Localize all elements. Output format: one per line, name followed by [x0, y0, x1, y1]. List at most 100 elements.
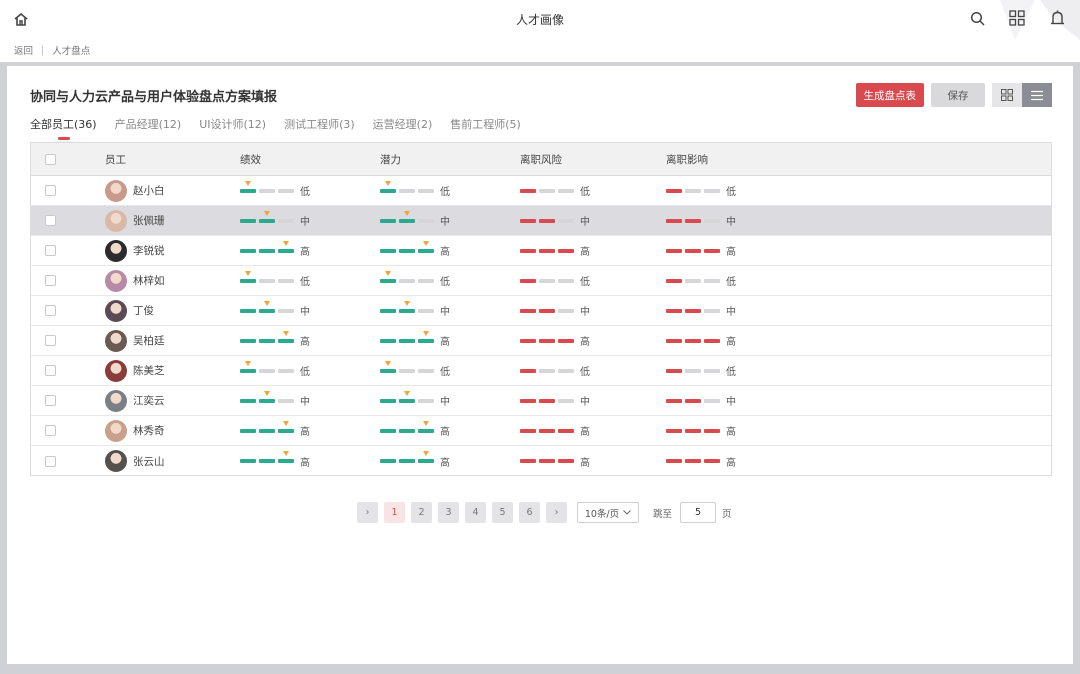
avatar [105, 419, 127, 442]
perf-level: 低 [300, 367, 310, 378]
save-button[interactable]: 保存 [931, 83, 985, 107]
employee-name[interactable]: 丁俊 [133, 303, 154, 318]
tab-5[interactable]: 售前工程师(5) [450, 116, 521, 140]
potential-level: 高 [440, 457, 450, 469]
row-checkbox[interactable] [45, 425, 56, 436]
avatar [105, 269, 127, 292]
perf-meter [240, 180, 294, 193]
impact-meter [666, 428, 720, 433]
home-icon[interactable] [12, 10, 30, 28]
table-row[interactable]: 张云山 高 高 高 高 [31, 446, 1051, 476]
page-button-6[interactable]: 6 [519, 502, 540, 523]
employee-name[interactable]: 陈美芝 [133, 363, 165, 378]
employee-name[interactable]: 张佩珊 [133, 213, 165, 228]
table-row[interactable]: 丁俊 中 中 中 中 [31, 296, 1051, 326]
table-row[interactable]: 江奕云 中 中 中 中 [31, 386, 1051, 416]
apps-grid-icon[interactable] [1008, 9, 1026, 27]
jump-label: 跳至 [653, 508, 673, 520]
employee-name[interactable]: 林梓如 [133, 273, 165, 288]
generate-report-button[interactable]: 生成盘点表 [855, 83, 924, 107]
table-row[interactable]: 林秀奇 高 高 高 高 [31, 416, 1051, 446]
jump-page-input[interactable] [680, 502, 717, 523]
risk-level: 中 [580, 307, 590, 318]
table-row[interactable]: 李锐锐 高 高 高 高 [31, 236, 1051, 266]
perf-meter [240, 270, 294, 283]
tab-3[interactable]: 测试工程师(3) [284, 116, 355, 140]
tab-1[interactable]: 产品经理(12) [115, 116, 182, 140]
perf-level: 中 [300, 397, 310, 408]
employee-name[interactable]: 江奕云 [133, 393, 165, 408]
impact-meter [666, 248, 720, 253]
employee-name[interactable]: 赵小白 [133, 183, 165, 198]
perf-level: 高 [300, 247, 310, 258]
page-button-3[interactable]: 3 [438, 502, 459, 523]
page-button-5[interactable]: 5 [492, 502, 513, 523]
prev-page-button[interactable]: › [357, 502, 378, 523]
grid-view-button[interactable] [992, 83, 1022, 107]
employee-name[interactable]: 李锐锐 [133, 243, 165, 258]
tab-2[interactable]: UI设计师(12) [199, 116, 266, 140]
row-checkbox[interactable] [45, 305, 56, 316]
col-performance[interactable]: 绩效 [240, 152, 380, 167]
level-marker-icon [385, 270, 391, 276]
table-row[interactable]: 吴柏廷 高 高 高 高 [31, 326, 1051, 356]
col-potential[interactable]: 潜力 [380, 152, 520, 167]
col-turnover-impact[interactable]: 离职影响 [666, 152, 826, 167]
avatar [105, 239, 127, 262]
page-button-4[interactable]: 4 [465, 502, 486, 523]
employee-name[interactable]: 林秀奇 [133, 423, 165, 438]
avatar [105, 450, 127, 472]
risk-meter [520, 398, 574, 403]
risk-meter [520, 428, 574, 433]
tab-4[interactable]: 运营经理(2) [373, 116, 433, 140]
row-checkbox[interactable] [45, 455, 56, 467]
page-button-1[interactable]: 1 [384, 502, 405, 523]
potential-meter [380, 390, 434, 403]
row-checkbox[interactable] [45, 185, 56, 196]
role-tabs: 全部员工(36) 产品经理(12) UI设计师(12) 测试工程师(3) 运营经理(2)… [30, 116, 539, 140]
col-employee[interactable]: 员工 [105, 152, 240, 167]
bell-icon[interactable] [1048, 9, 1066, 27]
potential-level: 高 [440, 337, 450, 348]
avatar [105, 299, 127, 322]
row-checkbox[interactable] [45, 365, 56, 376]
chevron-down-icon [623, 510, 631, 515]
back-link[interactable]: 返回 [14, 43, 33, 57]
perf-level: 高 [300, 337, 310, 348]
col-turnover-risk[interactable]: 离职风险 [520, 152, 666, 167]
search-icon[interactable] [968, 9, 986, 27]
impact-level: 低 [726, 187, 736, 198]
impact-meter [666, 338, 720, 343]
list-view-button[interactable] [1022, 83, 1052, 107]
tab-0[interactable]: 全部员工(36) [30, 116, 97, 140]
perf-meter [240, 210, 294, 223]
row-checkbox[interactable] [45, 335, 56, 346]
level-marker-icon [283, 451, 289, 456]
level-marker-icon [423, 451, 429, 456]
page-button-2[interactable]: 2 [411, 502, 432, 523]
level-marker-icon [404, 300, 410, 306]
level-marker-icon [385, 180, 391, 186]
table-row[interactable]: 林梓如 低 低 低 低 [31, 266, 1051, 296]
select-all-checkbox[interactable] [45, 153, 56, 165]
row-checkbox[interactable] [45, 275, 56, 286]
potential-level: 低 [440, 367, 450, 378]
potential-meter [380, 360, 434, 373]
breadcrumb-current[interactable]: 人才盘点 [52, 43, 90, 57]
table-row[interactable]: 陈美芝 低 低 低 低 [31, 356, 1051, 386]
next-page-button[interactable]: › [546, 502, 567, 523]
impact-level: 高 [726, 247, 736, 258]
row-checkbox[interactable] [45, 245, 56, 256]
table-row[interactable]: 赵小白 低 低 低 低 [31, 176, 1051, 206]
employee-name[interactable]: 张云山 [133, 454, 165, 469]
row-checkbox[interactable] [45, 215, 56, 226]
page-size-select[interactable]: 10条/页 [577, 502, 639, 523]
employee-name[interactable]: 吴柏廷 [133, 333, 165, 348]
level-marker-icon [283, 240, 289, 246]
impact-meter [666, 278, 720, 283]
table-row[interactable]: 张佩珊 中 中 中 中 [31, 206, 1051, 236]
risk-meter [520, 278, 574, 283]
potential-meter [380, 420, 434, 433]
row-checkbox[interactable] [45, 395, 56, 406]
potential-level: 低 [440, 277, 450, 288]
